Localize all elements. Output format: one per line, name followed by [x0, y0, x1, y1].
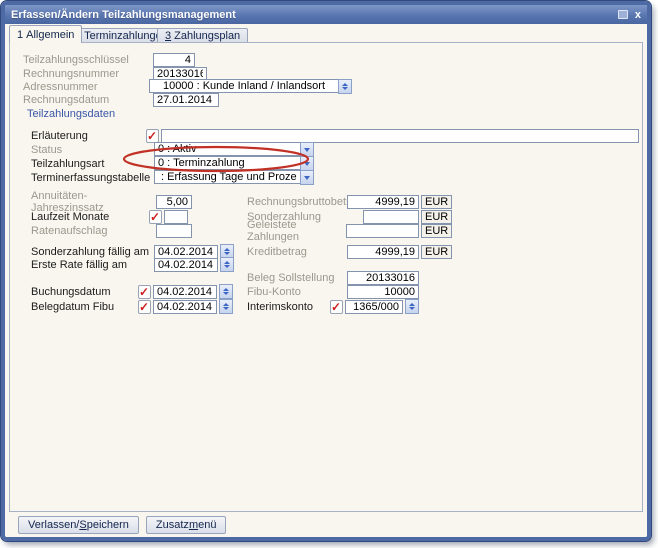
- teilzahlungsschluessel-input[interactable]: [153, 53, 195, 67]
- terminerfassungstabelle-label: Terminerfassungstabelle: [31, 172, 154, 184]
- title-bar[interactable]: Erfassen/Ändern Teilzahlungsmanagement x: [5, 5, 647, 24]
- edit-check-icon[interactable]: [138, 300, 151, 314]
- tab-zahlungsplan[interactable]: 3 Zahlungsplan: [157, 28, 248, 43]
- terminerfassungstabelle-input[interactable]: [154, 170, 300, 184]
- geleistete-zahlungen-unit: EUR: [421, 224, 452, 238]
- zusatzmenu-button[interactable]: Zusatzmenü: [146, 516, 227, 534]
- edit-check-icon[interactable]: [149, 210, 162, 224]
- tab-label: Zahlungsplan: [174, 30, 240, 42]
- close-icon[interactable]: x: [635, 10, 641, 20]
- tab-allgemein[interactable]: 1 Allgemein: [9, 25, 82, 43]
- rechnungsbruttobetrag-input[interactable]: [347, 195, 419, 209]
- button-mnemonic: S: [79, 519, 86, 531]
- dialog-body: 1 Allgemein 2 Terminzahlungen 3 Zahlungs…: [5, 24, 647, 537]
- rechnungsdatum-label: Rechnungsdatum: [23, 94, 153, 106]
- dialog-window: Erfassen/Ändern Teilzahlungsmanagement x…: [1, 1, 651, 541]
- button-text: Verlassen/: [28, 519, 79, 531]
- erste-rate-faellig-spinner[interactable]: [220, 257, 234, 272]
- restore-icon[interactable]: [618, 10, 628, 19]
- tab-number: 1: [17, 29, 23, 41]
- beleg-sollstellung-label: Beleg Sollstellung: [247, 272, 347, 284]
- adressnummer-spinner[interactable]: [338, 79, 352, 94]
- button-text: enü: [198, 519, 216, 531]
- tab-label: Terminzahlungen: [84, 30, 168, 42]
- button-text: Zusatz: [156, 519, 189, 531]
- tab-number: 3: [165, 30, 171, 42]
- laufzeit-monate-input[interactable]: [164, 210, 188, 224]
- terminerfassungstabelle-dropdown-icon[interactable]: [300, 170, 314, 185]
- status-combo[interactable]: [154, 142, 314, 157]
- geleistete-zahlungen-label: Geleistete Zahlungen: [247, 219, 346, 243]
- kreditbetrag-input[interactable]: [347, 245, 419, 259]
- groupbox-label: Teilzahlungsdaten: [23, 108, 119, 120]
- erlaeuterung-input[interactable]: [161, 129, 639, 143]
- interimskonto-input[interactable]: [345, 300, 403, 314]
- button-text: peichern: [87, 519, 129, 531]
- ratenaufschlag-input[interactable]: [156, 224, 192, 238]
- rechnungsnummer-label: Rechnungsnummer: [23, 68, 153, 80]
- adressnummer-input[interactable]: [149, 79, 338, 93]
- button-mnemonic: m: [189, 519, 198, 531]
- rechnungsbruttobetrag-unit: EUR: [421, 195, 452, 209]
- erste-rate-faellig-label: Erste Rate fällig am: [31, 259, 154, 271]
- sonderzahlung-unit: EUR: [421, 210, 452, 224]
- teilzahlungsart-dropdown-icon[interactable]: [300, 156, 314, 171]
- teilzahlungsart-combo[interactable]: [154, 156, 314, 171]
- interimskonto-label: Interimskonto: [247, 301, 330, 313]
- fibu-konto-label: Fibu-Konto: [247, 286, 347, 298]
- buchungsdatum-spinner[interactable]: [219, 284, 233, 299]
- sonderzahlung-input[interactable]: [363, 210, 419, 224]
- terminerfassungstabelle-combo[interactable]: [154, 170, 314, 185]
- interimskonto-spinner[interactable]: [405, 299, 419, 314]
- teilzahlungsart-input[interactable]: [154, 156, 300, 170]
- sonderzahlung-faellig-label: Sonderzahlung fällig am: [31, 246, 154, 258]
- edit-check-icon[interactable]: [330, 300, 343, 314]
- annuitaeten-input[interactable]: [156, 195, 192, 209]
- beleg-sollstellung-input[interactable]: [347, 271, 419, 285]
- geleistete-zahlungen-input[interactable]: [346, 224, 419, 238]
- tab-label: Allgemein: [26, 29, 74, 41]
- rechnungsdatum-input[interactable]: [153, 93, 219, 107]
- teilzahlungsart-label: Teilzahlungsart: [31, 158, 154, 170]
- edit-check-icon[interactable]: [138, 285, 151, 299]
- laufzeit-monate-label: Laufzeit Monate: [31, 211, 149, 223]
- edit-note-icon[interactable]: [146, 129, 159, 143]
- status-dropdown-icon[interactable]: [300, 142, 314, 157]
- fibu-konto-input[interactable]: [347, 285, 419, 299]
- status-input[interactable]: [154, 142, 300, 156]
- belegdatum-fibu-label: Belegdatum Fibu: [31, 301, 138, 313]
- belegdatum-fibu-input[interactable]: [153, 300, 217, 314]
- teilzahlungsschluessel-label: Teilzahlungsschlüssel: [23, 54, 153, 66]
- belegdatum-fibu-spinner[interactable]: [219, 299, 233, 314]
- buchungsdatum-input[interactable]: [153, 285, 217, 299]
- rechnungsbruttobetrag-label: Rechnungsbruttobetrag: [247, 196, 347, 208]
- erste-rate-faellig-input[interactable]: [154, 258, 218, 272]
- ratenaufschlag-label: Ratenaufschlag: [31, 225, 156, 237]
- adressnummer-label: Adressnummer: [23, 81, 149, 93]
- verlassen-speichern-button[interactable]: Verlassen/Speichern: [18, 516, 139, 534]
- kreditbetrag-label: Kreditbetrag: [247, 246, 347, 258]
- erlaeuterung-label: Erläuterung: [31, 130, 146, 142]
- buchungsdatum-label: Buchungsdatum: [31, 286, 138, 298]
- window-title: Erfassen/Ändern Teilzahlungsmanagement: [11, 9, 618, 21]
- kreditbetrag-unit: EUR: [421, 245, 452, 259]
- status-label: Status: [31, 144, 154, 156]
